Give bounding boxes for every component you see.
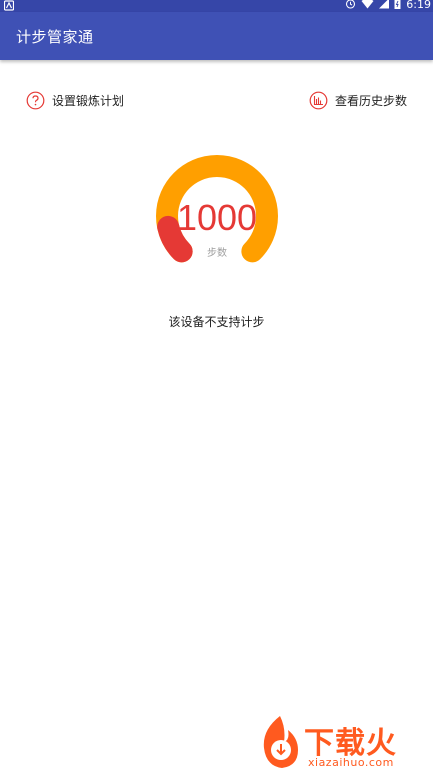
unsupported-message: 该设备不支持计步 [168,315,265,329]
view-history-steps-button[interactable]: 查看历史步数 [309,88,407,112]
wifi-icon [361,0,374,12]
watermark-logo: 下载火 xiazaihuo.com [256,712,433,772]
question-circle-icon [26,91,45,110]
flame-logo-icon [263,716,298,768]
view-history-steps-label: 查看历史步数 [334,93,407,108]
status-bar: 6:19 [0,0,433,12]
status-time: 6:19 [406,0,431,11]
battery-icon [394,0,401,12]
set-exercise-plan-label: 设置锻炼计划 [52,93,125,108]
step-unit: 步数 [207,248,227,259]
app-title: 计步管家通 [16,28,94,46]
step-count: 1000 [176,197,258,238]
action-row: 设置锻炼计划 查看历史步数 [0,88,433,112]
signal-icon [379,0,390,12]
alarm-icon [345,0,356,12]
watermark-subtext: xiazaihuo.com [308,756,394,769]
step-gauge: 1000 步数 [150,150,284,270]
set-exercise-plan-button[interactable]: 设置锻炼计划 [26,88,124,112]
bar-chart-icon [309,91,328,110]
app-bar: 计步管家通 [0,12,433,60]
notification-icon [3,0,15,11]
